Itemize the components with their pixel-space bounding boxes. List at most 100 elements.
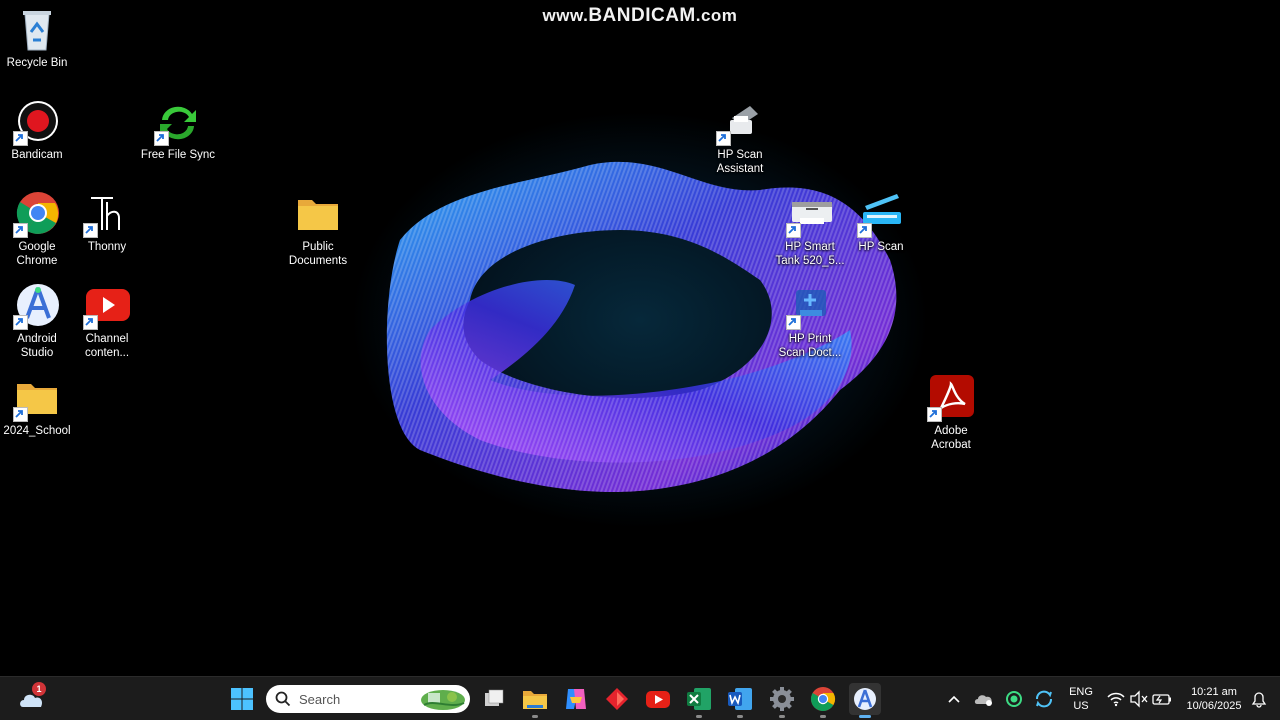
task-view-button[interactable]: [478, 683, 510, 715]
scanner-icon: [716, 98, 764, 146]
search-box[interactable]: Search: [266, 685, 470, 713]
desktop-icon-hp-smart-tank[interactable]: HP Smart Tank 520_5...: [772, 190, 848, 268]
tray-wifi[interactable]: [1104, 683, 1128, 715]
icon-label: Tank 520_5...: [775, 255, 845, 267]
shortcut-arrow-icon: [83, 223, 98, 238]
icon-label: Android: [17, 333, 57, 345]
desktop-icon-public-documents[interactable]: Public Documents: [280, 190, 356, 268]
flatbed-scanner-icon: [857, 190, 905, 238]
tray-sync-app[interactable]: [1030, 683, 1058, 715]
taskbar-red-app[interactable]: [601, 683, 633, 715]
android-studio-icon: [13, 282, 61, 330]
start-button[interactable]: [226, 683, 258, 715]
weather-widget[interactable]: 1: [16, 682, 48, 715]
cloud-sync-icon: [974, 695, 992, 706]
notifications-button[interactable]: [1248, 683, 1270, 715]
tray-onedrive[interactable]: [970, 683, 998, 715]
desktop-icon-android-studio[interactable]: Android Studio: [0, 282, 75, 360]
shortcut-arrow-icon: [13, 223, 28, 238]
icon-label: Scan Doct...: [778, 347, 842, 359]
printer-icon: [786, 190, 834, 238]
thonny-icon: [83, 190, 131, 238]
icon-label: HP Smart: [785, 241, 835, 253]
icon-label: Chrome: [16, 255, 58, 267]
word-icon: [728, 688, 752, 710]
taskbar-excel[interactable]: [683, 683, 715, 718]
shortcut-arrow-icon: [857, 223, 872, 238]
youtube-icon: [646, 691, 670, 708]
bandicam-watermark: www.BANDICAM.com: [542, 5, 738, 26]
bell-icon: [1251, 692, 1267, 708]
search-highlight-illustration: [421, 690, 465, 710]
desktop-icon-adobe-acrobat[interactable]: Adobe Acrobat: [913, 374, 989, 452]
desktop-icon-2024-school[interactable]: 2024_School: [0, 374, 75, 438]
taskbar-file-explorer[interactable]: [519, 683, 551, 718]
icon-label: 2024_School: [3, 425, 71, 437]
gear-icon: [770, 687, 794, 711]
clock-date: 10/06/2025: [1186, 700, 1242, 712]
excel-icon: [687, 688, 711, 710]
icon-label: Google: [18, 241, 56, 253]
sync-arrows-icon: [154, 98, 202, 146]
green-circle-icon: [1006, 691, 1022, 707]
shortcut-arrow-icon: [83, 315, 98, 330]
desktop-icon-channel-content[interactable]: Channel conten...: [69, 282, 145, 360]
chrome-icon: [810, 687, 836, 712]
icon-label: Studio: [20, 347, 54, 359]
icon-label: Assistant: [716, 163, 764, 175]
icon-label: Channel: [85, 333, 129, 345]
folder-icon: [523, 691, 547, 709]
shortcut-arrow-icon: [786, 315, 801, 330]
desktop-icon-hp-scan[interactable]: HP Scan: [843, 190, 919, 254]
icon-label: Recycle Bin: [6, 57, 68, 69]
running-indicator: [779, 715, 785, 718]
desktop-icon-hp-scan-assistant[interactable]: HP Scan Assistant: [702, 98, 778, 176]
acrobat-icon: [927, 374, 975, 422]
taskbar-youtube[interactable]: [642, 683, 674, 715]
desktop-icon-free-file-sync[interactable]: Free File Sync: [140, 98, 216, 162]
desktop-icon-google-chrome[interactable]: Google Chrome: [0, 190, 75, 268]
running-indicator: [737, 715, 743, 718]
chevron-up-icon: [948, 695, 960, 703]
language-indicator[interactable]: ENG US: [1064, 685, 1098, 713]
bandicam-icon: [13, 98, 61, 146]
recycle-bin-icon: [13, 6, 61, 54]
red-diamond-app-icon: [606, 688, 628, 710]
search-icon: [275, 691, 291, 707]
folder-icon: [294, 190, 342, 238]
active-indicator: [859, 715, 871, 718]
show-hidden-icons-button[interactable]: [940, 683, 968, 715]
taskbar-copilot[interactable]: [560, 683, 592, 715]
taskbar-word[interactable]: [724, 683, 756, 718]
icon-label: Public: [302, 241, 334, 253]
shortcut-arrow-icon: [716, 131, 731, 146]
desktop: www.BANDICAM.com Recycle Bin Bandicam Fr…: [0, 0, 1280, 676]
desktop-icon-thonny[interactable]: Thonny: [69, 190, 145, 254]
tray-green-app[interactable]: [1000, 683, 1028, 715]
desktop-icon-bandicam[interactable]: Bandicam: [0, 98, 75, 162]
icon-label: HP Print: [788, 333, 832, 345]
tray-battery[interactable]: [1150, 683, 1174, 715]
windows-logo-icon: [231, 688, 253, 710]
task-view-icon: [485, 689, 504, 706]
volume-muted-icon: [1130, 690, 1148, 708]
desktop-icon-hp-print-scan-doctor[interactable]: HP Print Scan Doct...: [772, 282, 848, 360]
icon-label: Bandicam: [11, 149, 63, 161]
desktop-icon-recycle-bin[interactable]: Recycle Bin: [0, 6, 75, 70]
icon-label: Acrobat: [931, 439, 971, 451]
notification-badge: 1: [32, 682, 46, 696]
search-placeholder: Search: [299, 692, 341, 707]
taskbar-chrome[interactable]: [807, 683, 839, 718]
hp-doctor-icon: [786, 282, 834, 330]
running-indicator: [696, 715, 702, 718]
shortcut-arrow-icon: [786, 223, 801, 238]
shortcut-arrow-icon: [13, 315, 28, 330]
clock[interactable]: 10:21 am 10/06/2025: [1180, 685, 1248, 713]
icon-label: conten...: [84, 347, 130, 359]
taskbar-android-studio[interactable]: [849, 683, 881, 718]
shortcut-arrow-icon: [927, 407, 942, 422]
copilot-icon: [566, 689, 586, 709]
taskbar-settings[interactable]: [766, 683, 798, 718]
tray-volume[interactable]: [1127, 683, 1151, 715]
android-studio-icon: [854, 688, 876, 710]
